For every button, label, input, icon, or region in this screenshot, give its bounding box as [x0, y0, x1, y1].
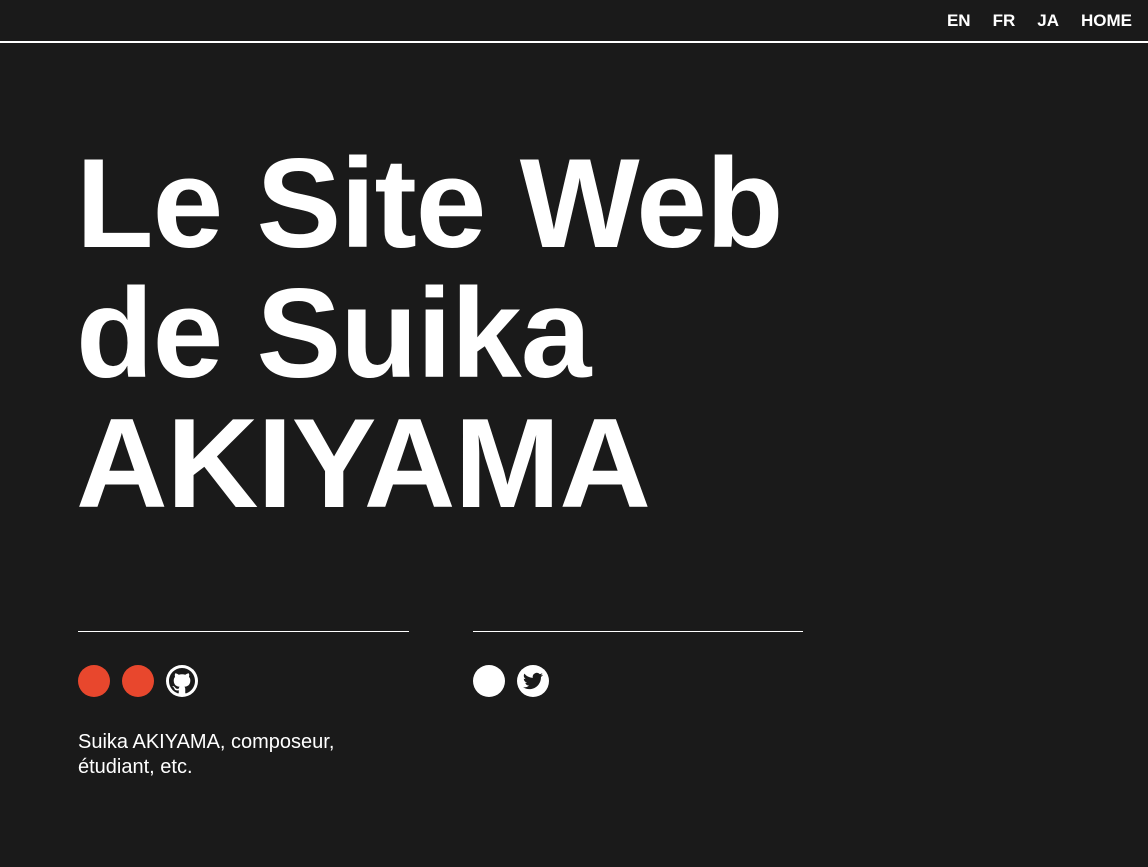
right-column [473, 631, 803, 697]
right-icon-row [473, 665, 803, 697]
top-bar: EN FR JA HOME [0, 0, 1148, 43]
nav-link-fr[interactable]: FR [993, 11, 1016, 31]
site-description: Suika AKIYAMA, composeur, étudiant, etc. [78, 731, 335, 778]
red-circle-icon[interactable] [122, 665, 154, 697]
white-circle-icon[interactable] [473, 665, 505, 697]
nav-link-en[interactable]: EN [947, 11, 971, 31]
github-icon[interactable] [166, 665, 198, 697]
left-column: Suika AKIYAMA, composeur, étudiant, etc. [78, 631, 409, 800]
title-line-3: AKIYAMA [76, 392, 651, 534]
language-nav: EN FR JA HOME [925, 11, 1132, 31]
left-icon-row [78, 665, 409, 697]
title-line-2: de Suika [76, 262, 591, 404]
page-title: Le Site Web de Suika AKIYAMA [76, 138, 876, 528]
divider [78, 631, 409, 632]
nav-link-ja[interactable]: JA [1037, 11, 1059, 31]
nav-link-home[interactable]: HOME [1081, 11, 1132, 31]
twitter-icon[interactable] [517, 665, 549, 697]
divider [473, 631, 803, 632]
title-line-1: Le Site Web [76, 132, 783, 274]
red-circle-icon[interactable] [78, 665, 110, 697]
